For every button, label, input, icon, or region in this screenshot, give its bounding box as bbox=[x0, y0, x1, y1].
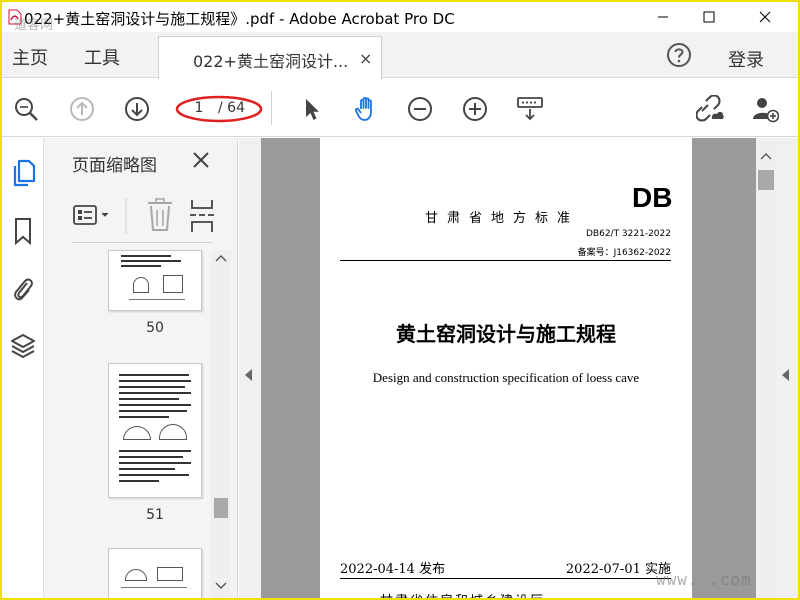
zoom-out-icon[interactable] bbox=[406, 95, 434, 123]
page-navigator[interactable]: 1 / 64 bbox=[175, 95, 263, 123]
page-thumbnail[interactable] bbox=[108, 363, 202, 498]
close-window-button[interactable] bbox=[742, 2, 788, 32]
attachment-icon[interactable] bbox=[10, 274, 36, 304]
effective-date: 2022-07-01 实施 bbox=[565, 562, 671, 577]
panel-title: 页面缩略图 bbox=[72, 156, 157, 176]
previous-page-icon[interactable] bbox=[68, 95, 96, 123]
panel-divider bbox=[72, 242, 212, 243]
pdf-page: DB 甘肃省地方标准 DB62/T 3221-2022 备案号：J16362-2… bbox=[320, 138, 692, 598]
record-number: 备案号：J16362-2022 bbox=[577, 248, 671, 258]
header-rule bbox=[340, 260, 671, 261]
panel-scroll-thumb[interactable] bbox=[214, 498, 228, 518]
close-icon[interactable] bbox=[192, 151, 210, 169]
window-title: 022+黄土窑洞设计与施工规程》.pdf - Adobe Acrobat Pro… bbox=[24, 10, 455, 28]
watermark-bottom-right: www. .com bbox=[656, 570, 752, 589]
document-subtitle: Design and construction specification of… bbox=[372, 370, 640, 385]
title-bar: 022+黄土窑洞设计与施工规程》.pdf - Adobe Acrobat Pro… bbox=[2, 2, 798, 32]
navigation-rail bbox=[2, 138, 44, 598]
scroll-down-icon[interactable] bbox=[215, 582, 227, 590]
select-arrow-icon[interactable] bbox=[298, 95, 326, 123]
document-scroll-thumb[interactable] bbox=[758, 170, 774, 190]
watermark-top-left: 道客网 bbox=[14, 18, 54, 33]
layers-icon[interactable] bbox=[10, 332, 36, 362]
standard-category: 甘肃省地方标准 bbox=[425, 211, 580, 226]
scroll-mode-icon[interactable] bbox=[516, 95, 544, 123]
page-thumbnails-icon[interactable] bbox=[10, 158, 36, 188]
next-page-icon[interactable] bbox=[123, 95, 151, 123]
document-view[interactable]: DB 甘肃省地方标准 DB62/T 3221-2022 备案号：J16362-2… bbox=[239, 138, 798, 598]
toolbar: 1 / 64 bbox=[2, 79, 798, 137]
thumbnail-options-icon[interactable] bbox=[73, 205, 109, 225]
help-icon[interactable] bbox=[666, 42, 692, 68]
thumbnail-panel: 页面缩略图 50 51 bbox=[44, 138, 238, 598]
panel-scrollbar[interactable] bbox=[211, 250, 231, 598]
document-scrollbar[interactable] bbox=[756, 138, 776, 598]
standard-number: DB62/T 3221-2022 bbox=[585, 229, 671, 239]
zoom-in-icon[interactable] bbox=[461, 95, 489, 123]
db-logo: DB bbox=[632, 182, 673, 213]
toolbar-separator bbox=[271, 91, 272, 125]
scroll-up-icon[interactable] bbox=[215, 254, 227, 262]
share-link-icon[interactable] bbox=[696, 95, 724, 123]
minimize-button[interactable] bbox=[640, 2, 686, 32]
page-thumbnail[interactable] bbox=[108, 250, 202, 311]
add-user-icon[interactable] bbox=[751, 95, 779, 123]
page-thumbnail[interactable] bbox=[108, 548, 202, 598]
page-number-input[interactable]: 1 bbox=[189, 100, 209, 116]
maximize-icon bbox=[703, 11, 715, 23]
tab-close-button[interactable]: × bbox=[359, 49, 372, 68]
insert-page-icon[interactable] bbox=[190, 200, 214, 232]
menu-bar: 主页 工具 022+黄土窑洞设计... × 登录 bbox=[2, 32, 798, 79]
document-title: 黄土窑洞设计与施工规程 bbox=[396, 322, 616, 346]
document-tab[interactable]: 022+黄土窑洞设计... × bbox=[158, 36, 382, 79]
minimize-icon bbox=[658, 16, 668, 18]
bookmark-icon[interactable] bbox=[10, 216, 36, 246]
thumbnail-page-number: 51 bbox=[146, 507, 164, 523]
collapse-left-pane[interactable] bbox=[239, 138, 261, 598]
thumbnail-page-number: 50 bbox=[146, 320, 164, 336]
zoom-search-icon[interactable] bbox=[12, 95, 40, 123]
close-icon bbox=[759, 11, 771, 23]
collapse-right-pane[interactable] bbox=[776, 138, 798, 598]
maximize-button[interactable] bbox=[686, 2, 732, 32]
menu-home[interactable]: 主页 bbox=[12, 44, 48, 70]
document-tab-label: 022+黄土窑洞设计... bbox=[193, 52, 349, 71]
hand-tool-icon[interactable] bbox=[352, 95, 380, 123]
panel-toolbar bbox=[73, 198, 214, 234]
footer-rule bbox=[340, 578, 671, 579]
login-button[interactable]: 登录 bbox=[728, 46, 764, 72]
expand-right-icon bbox=[782, 369, 789, 381]
menu-tools[interactable]: 工具 bbox=[84, 44, 120, 70]
scroll-up-icon[interactable] bbox=[760, 152, 772, 160]
delete-page-icon[interactable] bbox=[148, 198, 172, 231]
publisher: 甘肃省住房和城乡建设厅 bbox=[380, 590, 545, 598]
page-count: / 64 bbox=[218, 100, 245, 116]
acrobat-window: 022+黄土窑洞设计与施工规程》.pdf - Adobe Acrobat Pro… bbox=[2, 2, 798, 598]
collapse-left-icon bbox=[245, 369, 252, 381]
